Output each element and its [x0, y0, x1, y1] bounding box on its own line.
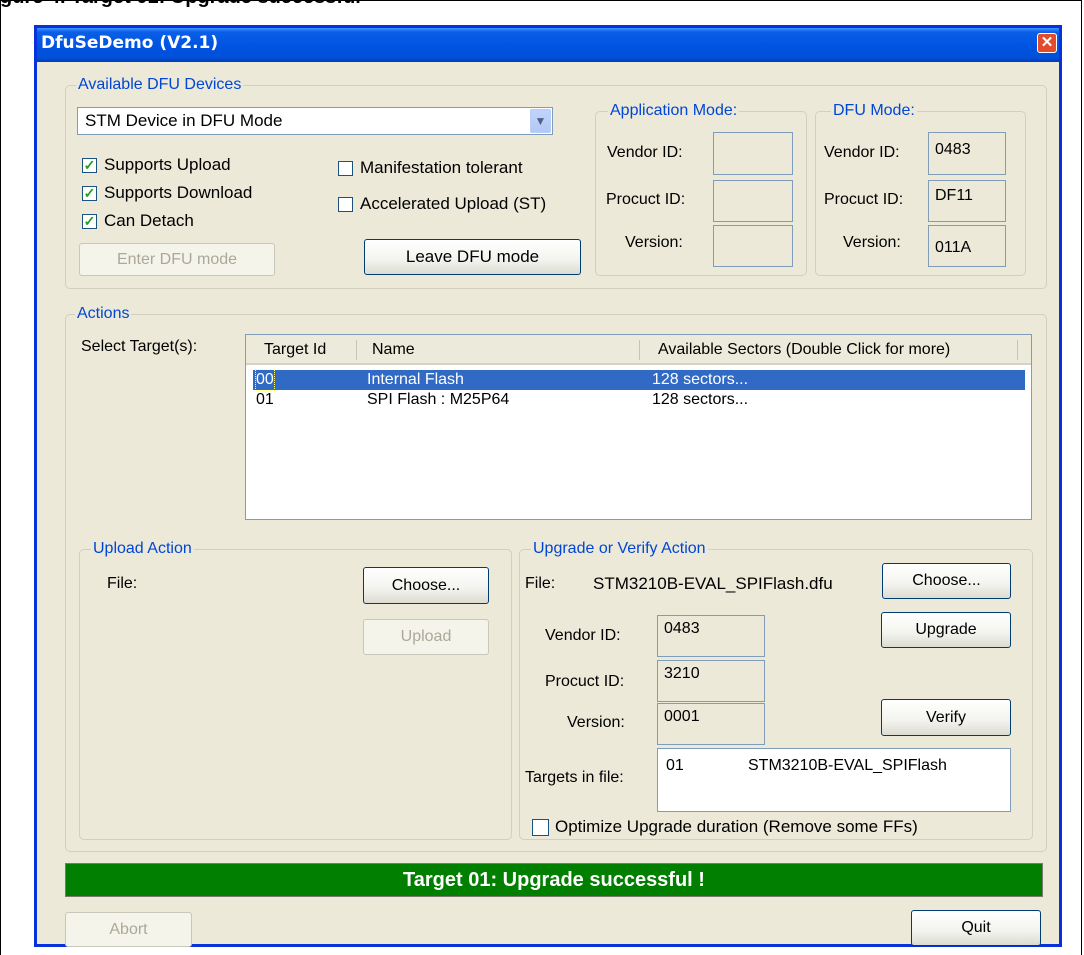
upgrade-file-label: File: [525, 575, 556, 592]
can-detach-label: Can Detach [104, 211, 194, 230]
application-mode-label: Application Mode: [608, 102, 740, 120]
column-separator[interactable] [356, 340, 357, 360]
supports-upload-label: Supports Upload [104, 155, 231, 174]
dfu-vendor-id-field: 0483 [928, 132, 1006, 175]
row-name: SPI Flash : M25P64 [367, 391, 510, 408]
upload-file-label: File: [107, 575, 138, 592]
upgrade-product-id-label: Procuct ID: [545, 673, 625, 690]
app-product-id-field [713, 180, 793, 222]
file-target-name: STM3210B-EVAL_SPIFlash [748, 757, 947, 774]
row-target-id: 00 [255, 369, 275, 391]
client-area: Available DFU Devices STM Device in DFU … [37, 62, 1059, 947]
upgrade-choose-button[interactable]: Choose... [882, 563, 1011, 599]
dfusedemo-window: DfuSeDemo (V2.1) ✕ Available DFU Devices… [34, 25, 1062, 947]
dfu-product-id-label: Procuct ID: [824, 191, 904, 208]
available-devices-label: Available DFU Devices [76, 76, 244, 94]
leave-dfu-mode-button[interactable]: Leave DFU mode [364, 239, 581, 275]
can-detach-checkbox[interactable]: ✓ [82, 214, 97, 229]
listview-header: Target Id Name Available Sectors (Double… [246, 335, 1031, 365]
device-select[interactable]: STM Device in DFU Mode ▼ [77, 107, 553, 135]
upgrade-verify-label: Upgrade or Verify Action [531, 540, 708, 558]
upload-choose-button[interactable]: Choose... [363, 567, 489, 604]
dfu-product-id-field: DF11 [928, 180, 1006, 222]
manifestation-tolerant-label: Manifestation tolerant [360, 158, 523, 177]
close-icon[interactable]: ✕ [1037, 33, 1057, 53]
upload-action-label: Upload Action [91, 540, 194, 558]
app-version-label: Version: [625, 234, 683, 251]
app-version-field [713, 225, 793, 267]
upgrade-file-name: STM3210B-EVAL_SPIFlash.dfu [593, 574, 833, 593]
targets-listview[interactable]: Target Id Name Available Sectors (Double… [245, 334, 1032, 520]
optimize-upgrade-label: Optimize Upgrade duration (Remove some F… [555, 817, 918, 836]
accelerated-upload-label: Accelerated Upload (ST) [360, 194, 547, 213]
upgrade-version-label: Version: [567, 714, 625, 731]
row-sectors: 128 sectors... [652, 391, 749, 408]
status-bar: Target 01: Upgrade successful ! [65, 863, 1043, 897]
file-target-id: 01 [666, 757, 684, 774]
column-available-sectors[interactable]: Available Sectors (Double Click for more… [658, 335, 950, 365]
supports-download-label: Supports Download [104, 183, 253, 202]
chevron-down-icon[interactable]: ▼ [530, 109, 551, 133]
table-row[interactable]: 00 Internal Flash 128 sectors... [253, 369, 1025, 391]
targets-in-file-list[interactable]: 01 STM3210B-EVAL_SPIFlash [657, 748, 1011, 812]
title-bar[interactable]: DfuSeDemo (V2.1) ✕ [37, 28, 1059, 62]
dfu-version-label: Version: [843, 234, 901, 251]
column-separator[interactable] [1017, 340, 1018, 360]
row-target-id: 01 [256, 391, 274, 408]
app-vendor-id-field [713, 132, 793, 175]
app-product-id-label: Procuct ID: [606, 191, 686, 208]
row-sectors: 128 sectors... [652, 371, 749, 388]
upgrade-version-field: 0001 [657, 703, 765, 745]
upgrade-product-id-field: 3210 [657, 660, 765, 702]
quit-button[interactable]: Quit [911, 910, 1041, 946]
upgrade-button[interactable]: Upgrade [881, 612, 1011, 648]
targets-in-file-label: Targets in file: [525, 769, 624, 786]
column-separator[interactable] [639, 340, 640, 360]
column-name[interactable]: Name [372, 335, 415, 365]
dfu-version-field: 011A [928, 225, 1006, 267]
app-vendor-id-label: Vendor ID: [607, 144, 683, 161]
supports-upload-checkbox[interactable]: ✓ [82, 158, 97, 173]
verify-button[interactable]: Verify [881, 699, 1011, 736]
manifestation-tolerant-checkbox[interactable] [338, 161, 353, 176]
dfu-mode-label: DFU Mode: [831, 102, 917, 120]
row-name: Internal Flash [367, 371, 464, 388]
optimize-upgrade-checkbox[interactable] [532, 819, 549, 836]
upgrade-vendor-id-field: 0483 [657, 615, 765, 657]
accelerated-upload-checkbox[interactable] [338, 197, 353, 212]
abort-button[interactable]: Abort [65, 912, 192, 947]
device-select-value: STM Device in DFU Mode [85, 111, 283, 130]
window-title: DfuSeDemo (V2.1) [41, 33, 219, 53]
actions-label: Actions [75, 305, 132, 323]
supports-download-checkbox[interactable]: ✓ [82, 186, 97, 201]
select-targets-label: Select Target(s): [81, 338, 198, 355]
column-target-id[interactable]: Target Id [264, 335, 326, 365]
table-row[interactable]: 01 SPI Flash : M25P64 128 sectors... [253, 390, 1025, 410]
enter-dfu-mode-button[interactable]: Enter DFU mode [79, 243, 275, 276]
upload-button[interactable]: Upload [363, 619, 489, 655]
dfu-vendor-id-label: Vendor ID: [824, 144, 900, 161]
upgrade-vendor-id-label: Vendor ID: [545, 627, 621, 644]
